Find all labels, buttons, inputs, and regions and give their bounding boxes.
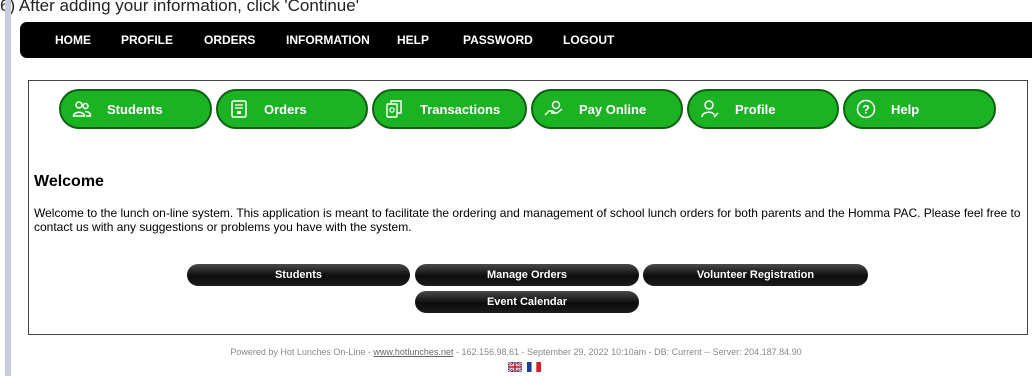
- nav-help[interactable]: HELP: [397, 33, 429, 47]
- welcome-text: Welcome to the lunch on-line system. Thi…: [34, 206, 1021, 234]
- user-icon: [701, 100, 719, 118]
- students-button[interactable]: Students: [187, 264, 410, 286]
- svg-text:?: ?: [862, 103, 869, 117]
- top-nav-bar: HOME PROFILE ORDERS INFORMATION HELP PAS…: [20, 22, 1032, 58]
- question-icon: ?: [856, 99, 876, 119]
- tile-transactions-label: Transactions: [420, 102, 501, 117]
- instruction-caption: 6) After adding your information, click …: [0, 0, 359, 15]
- nav-logout[interactable]: LOGOUT: [563, 33, 614, 47]
- nav-password[interactable]: PASSWORD: [463, 33, 533, 47]
- main-panel: Students Orders Transactions Pay Online: [28, 80, 1028, 335]
- tile-pay-online-label: Pay Online: [579, 102, 647, 117]
- tile-help-label: Help: [891, 102, 920, 117]
- nav-orders[interactable]: ORDERS: [204, 33, 255, 47]
- tile-transactions[interactable]: Transactions: [372, 89, 527, 129]
- nav-profile[interactable]: PROFILE: [121, 33, 173, 47]
- nav-information[interactable]: INFORMATION: [286, 33, 370, 47]
- france-flag-icon[interactable]: [527, 362, 541, 372]
- tile-profile[interactable]: Profile: [687, 89, 839, 129]
- tile-students[interactable]: Students: [59, 89, 212, 129]
- footer: Powered by Hot Lunches On-Line - www.hot…: [0, 347, 1032, 357]
- footer-prefix: Powered by Hot Lunches On-Line -: [230, 347, 374, 357]
- receipt-icon: [231, 100, 247, 118]
- tile-help[interactable]: ? Help: [843, 89, 996, 129]
- tile-orders[interactable]: Orders: [216, 89, 368, 129]
- nav-home[interactable]: HOME: [55, 33, 91, 47]
- event-calendar-button[interactable]: Event Calendar: [415, 291, 639, 313]
- manage-orders-button[interactable]: Manage Orders: [415, 264, 639, 286]
- tile-profile-label: Profile: [735, 102, 776, 117]
- tile-orders-label: Orders: [264, 102, 307, 117]
- documents-icon: [386, 100, 402, 118]
- hand-coin-icon: [544, 100, 563, 116]
- tile-pay-online[interactable]: Pay Online: [531, 89, 683, 129]
- welcome-heading: Welcome: [34, 173, 104, 190]
- users-icon: [72, 101, 92, 117]
- page-left-border: [5, 0, 11, 376]
- tile-students-label: Students: [107, 102, 163, 117]
- footer-suffix: - 162.156.98.61 - September 29, 2022 10:…: [453, 347, 802, 357]
- footer-link[interactable]: www.hotlunches.net: [373, 347, 453, 357]
- uk-flag-icon[interactable]: [508, 362, 522, 372]
- volunteer-registration-button[interactable]: Volunteer Registration: [643, 264, 868, 286]
